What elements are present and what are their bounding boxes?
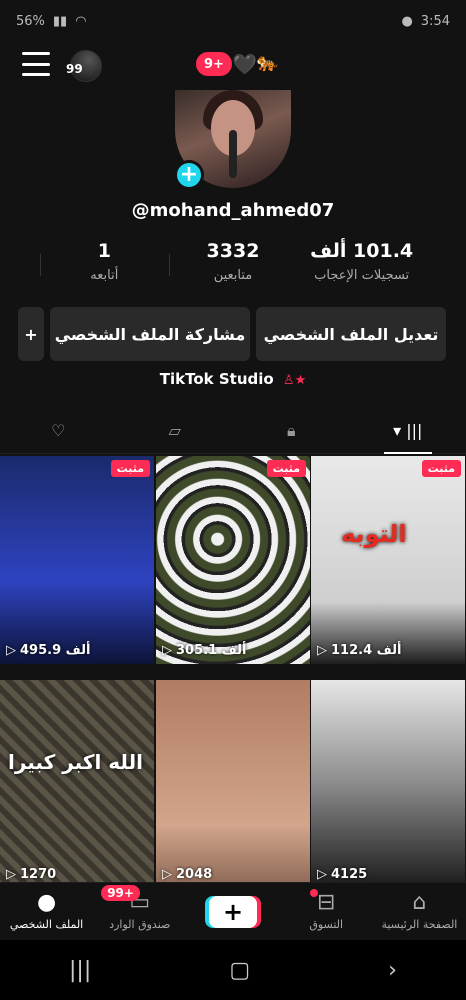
stat-label: تسجيلات الإعجاب bbox=[314, 268, 410, 283]
nav-shop[interactable]: ⊟ التسوق bbox=[280, 883, 373, 940]
view-count-text: 4125 bbox=[331, 867, 368, 882]
share-profile-button[interactable]: مشاركة الملف الشخصي bbox=[50, 307, 250, 361]
lock-icon: 🔒︎ bbox=[286, 420, 296, 440]
view-count: ▷ 305.1 ألف bbox=[162, 643, 304, 658]
nav-label: الصفحة الرئيسية bbox=[381, 918, 458, 931]
view-count: ▷ 495.9 ألف bbox=[6, 643, 148, 658]
clock: 3:54 bbox=[420, 13, 450, 29]
video-tile[interactable]: مثبت التوبه ▷ 112.4 ألف bbox=[311, 456, 465, 664]
view-count: ▷ 4125 bbox=[317, 867, 459, 882]
video-tile[interactable]: مثبت ▷ 305.1 ألف bbox=[156, 456, 310, 664]
nav-inbox[interactable]: +99 ▭ صندوق الوارد bbox=[93, 883, 186, 940]
profile-actions: تعديل الملف الشخصي مشاركة الملف الشخصي + bbox=[18, 307, 448, 361]
play-icon: ▷ bbox=[162, 643, 172, 658]
black-heart-icon: 🖤 bbox=[232, 52, 257, 76]
stat-value: 1 bbox=[97, 240, 111, 262]
tiger-icon: 🐅 bbox=[256, 52, 279, 73]
shopping-bag-icon: ⊟ bbox=[316, 890, 336, 915]
add-story-button[interactable]: + bbox=[174, 160, 204, 190]
stat-likes[interactable]: 101.4 ألف تسجيلات الإعجاب bbox=[297, 240, 426, 296]
system-nav-bar: ||| ▢ › bbox=[0, 940, 466, 1000]
pinned-badge: مثبت bbox=[266, 460, 306, 477]
profile-stats: 101.4 ألف تسجيلات الإعجاب 3332 متابعين 1… bbox=[39, 240, 426, 296]
nav-home[interactable]: ⌂ الصفحة الرئيسية bbox=[373, 883, 466, 940]
signal-icon: ▮▮ bbox=[52, 13, 68, 29]
stat-value: 3332 bbox=[206, 240, 260, 262]
view-count: ▷ 1270 bbox=[6, 867, 148, 882]
tag-icon: ▱ bbox=[168, 421, 181, 440]
view-count: ▷ 2048 bbox=[162, 867, 304, 882]
video-caption: التوبه bbox=[341, 520, 407, 548]
add-friend-button[interactable]: + bbox=[18, 307, 44, 361]
video-caption: الله اكبر كبيرا bbox=[8, 750, 143, 774]
view-count-text: 1270 bbox=[20, 867, 57, 882]
play-icon: ▷ bbox=[317, 643, 327, 658]
stat-label: أتابعه bbox=[90, 268, 119, 283]
create-icon: + bbox=[209, 895, 257, 928]
heart-eye-icon: ♡ bbox=[51, 421, 66, 440]
video-tile[interactable]: ▷ 4125 bbox=[311, 680, 465, 888]
recent-apps-icon[interactable]: ||| bbox=[69, 958, 91, 983]
view-count-text: 305.1 ألف bbox=[176, 643, 247, 658]
stat-label: متابعين bbox=[213, 268, 253, 283]
nav-profile[interactable]: ● الملف الشخصي bbox=[0, 883, 93, 940]
stat-followers[interactable]: 3332 متابعين bbox=[168, 240, 298, 296]
person-icon: ● bbox=[36, 890, 57, 915]
pinned-badge: مثبت bbox=[110, 460, 150, 477]
shop-notification-dot bbox=[309, 889, 318, 897]
status-right: ● 3:54 bbox=[401, 14, 450, 29]
person-star-icon: ♙★ bbox=[282, 373, 307, 388]
status-left: 56% ▮▮ ◠ bbox=[16, 14, 87, 29]
bottom-nav: ⌂ الصفحة الرئيسية ⊟ التسوق + +99 ▭ صندوق… bbox=[0, 882, 466, 940]
video-grid: مثبت التوبه ▷ 112.4 ألف مثبت ▷ 305.1 ألف م… bbox=[0, 456, 466, 888]
edit-profile-button[interactable]: تعديل الملف الشخصي bbox=[256, 307, 446, 361]
back-icon[interactable]: › bbox=[388, 958, 397, 983]
view-count-text: 495.9 ألف bbox=[20, 643, 91, 658]
video-tile[interactable]: الله اكبر كبيرا ▷ 1270 bbox=[0, 680, 154, 888]
top-bar: 99 9+ 🖤 🐅 bbox=[0, 42, 466, 88]
username: @mohand_ahmed07 bbox=[131, 200, 335, 221]
wifi-icon: ◠ bbox=[75, 13, 87, 29]
play-icon: ▷ bbox=[6, 867, 16, 882]
play-icon: ▷ bbox=[317, 867, 327, 882]
home-icon: ⌂ bbox=[412, 890, 427, 915]
nav-label: صندوق الوارد bbox=[109, 918, 171, 931]
tiktok-studio-link[interactable]: TikTok Studio ♙★ bbox=[0, 370, 466, 388]
video-tile[interactable]: مثبت ▷ 495.9 ألف bbox=[0, 456, 154, 664]
play-icon: ▷ bbox=[6, 643, 16, 658]
pinned-badge: مثبت bbox=[421, 460, 461, 477]
stat-value: 101.4 ألف bbox=[310, 240, 414, 262]
tab-private[interactable]: 🔒︎ bbox=[233, 408, 350, 453]
tab-tagged[interactable]: ▱ bbox=[117, 408, 234, 453]
studio-label: TikTok Studio bbox=[159, 370, 274, 388]
view-count-text: 112.4 ألف bbox=[331, 643, 402, 658]
avatar-label: 99 bbox=[66, 62, 83, 76]
alarm-icon: ● bbox=[401, 13, 413, 29]
tab-videos[interactable]: ▾ ||| bbox=[350, 408, 466, 454]
notification-badge[interactable]: 9+ bbox=[196, 52, 232, 76]
status-bar: 56% ▮▮ ◠ ● 3:54 bbox=[0, 0, 466, 42]
nav-label: التسوق bbox=[309, 918, 344, 931]
inbox-badge: +99 bbox=[101, 885, 140, 901]
profile-tabs: ♡ ▱ 🔒︎ ▾ ||| bbox=[0, 408, 466, 454]
menu-icon[interactable] bbox=[22, 52, 50, 76]
view-count: ▷ 112.4 ألف bbox=[317, 643, 459, 658]
play-icon: ▷ bbox=[162, 867, 172, 882]
grid-icon: ▾ ||| bbox=[393, 421, 423, 440]
home-button-icon[interactable]: ▢ bbox=[229, 958, 250, 983]
battery-percent: 56% bbox=[16, 13, 45, 29]
nav-create[interactable]: + bbox=[186, 883, 279, 940]
nav-label: الملف الشخصي bbox=[9, 918, 84, 931]
tab-liked[interactable]: ♡ bbox=[0, 408, 117, 453]
view-count-text: 2048 bbox=[176, 867, 213, 882]
video-tile[interactable]: ▷ 2048 bbox=[156, 680, 310, 888]
stat-following[interactable]: 1 أتابعه bbox=[39, 240, 169, 296]
